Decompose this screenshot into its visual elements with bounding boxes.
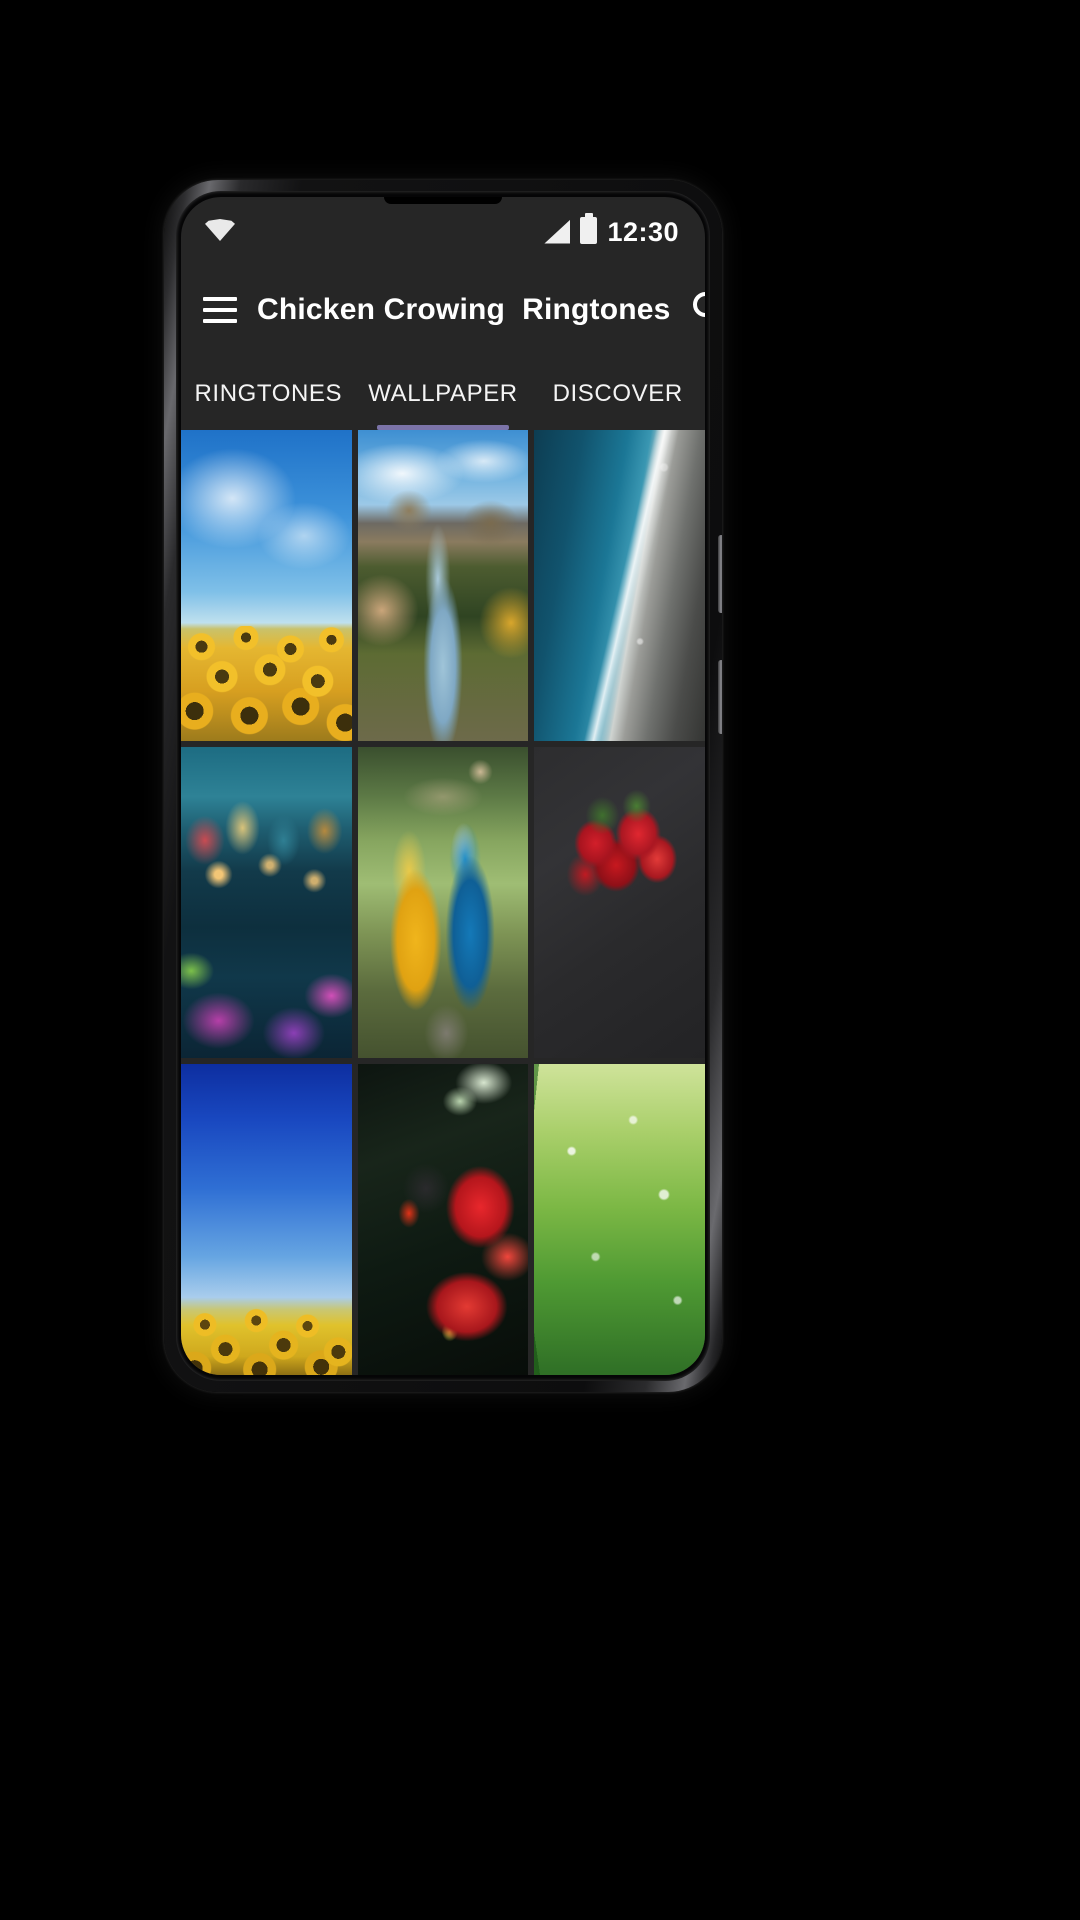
wallpaper-image [357,747,529,1058]
wallpaper-image [181,747,352,1058]
wallpaper-thumbnail-canyon-river[interactable] [357,430,529,741]
wifi-icon [205,219,235,241]
wallpaper-thumbnail-sunflower-field[interactable] [181,430,352,741]
wallpaper-grid[interactable] [181,430,705,1375]
wallpaper-thumbnail-canal-town[interactable] [181,747,352,1058]
wallpaper-image [534,430,705,741]
wallpaper-thumbnail-blue-sky-field[interactable] [181,1064,352,1375]
volume-button[interactable] [718,660,722,734]
wallpaper-thumbnail-dewy-grass[interactable] [534,1064,705,1375]
wallpaper-thumbnail-macaw-pair[interactable] [357,747,529,1058]
signal-icon [544,219,571,244]
wallpaper-thumbnail-strawberry-slate[interactable] [534,747,705,1058]
tab-ringtones[interactable]: RINGTONES [181,357,356,430]
power-button[interactable] [718,535,722,613]
wallpaper-thumbnail-aerial-beach[interactable] [534,430,705,741]
tab-discover[interactable]: DISCOVER [530,357,705,430]
wallpaper-image [357,1064,529,1375]
wallpaper-image [534,1064,705,1375]
status-bar: 12:30 [181,197,705,263]
hamburger-menu-icon[interactable] [203,297,237,323]
search-icon[interactable] [691,290,705,330]
tab-wallpaper[interactable]: WALLPAPER [356,357,531,430]
camera-notch [384,197,502,204]
tab-label: RINGTONES [194,379,343,407]
page-title: Chicken Crowing Ringtones [257,293,671,326]
wallpaper-thumbnail-honeyeater-flower[interactable] [357,1064,529,1375]
phone-screen: 12:30 Chicken Crowing Ringtones RINGTONE… [181,197,705,1375]
wallpaper-image [534,747,705,1058]
tab-label: WALLPAPER [368,379,518,407]
status-bar-right-group: 12:30 [544,216,679,247]
phone-mockup: 12:30 Chicken Crowing Ringtones RINGTONE… [164,180,722,1392]
tab-bar: RINGTONES WALLPAPER DISCOVER [181,357,705,430]
wallpaper-image [181,430,352,741]
tab-label: DISCOVER [552,379,683,407]
battery-icon [580,216,598,244]
wallpaper-image [357,430,529,741]
wallpaper-image [181,1064,352,1375]
app-bar: Chicken Crowing Ringtones [181,263,705,357]
status-bar-clock: 12:30 [607,216,679,247]
